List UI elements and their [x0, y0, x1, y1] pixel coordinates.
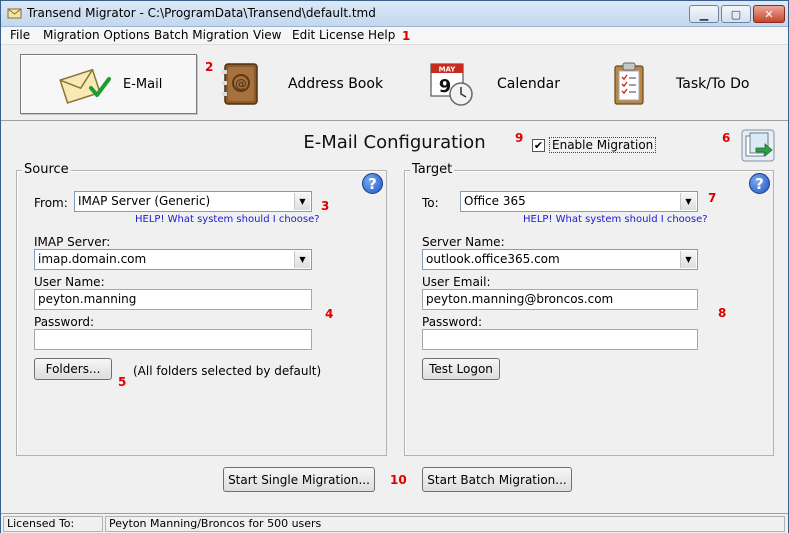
minimize-icon: ▁ [699, 7, 709, 21]
email-module-button[interactable]: E-Mail [20, 54, 197, 114]
menu-help[interactable]: Help [368, 28, 395, 42]
folders-note: (All folders selected by default) [133, 364, 322, 378]
source-system-value: IMAP Server (Generic) [78, 194, 211, 208]
config-title: E-Mail Configuration [303, 132, 486, 153]
folders-button[interactable]: Folders... [34, 358, 112, 380]
window-title: Transend Migrator - C:\ProgramData\Trans… [27, 6, 376, 20]
maximize-button[interactable]: ▢ [721, 5, 751, 23]
target-system-value: Office 365 [464, 194, 526, 208]
test-logon-button[interactable]: Test Logon [422, 358, 500, 380]
maximize-icon: ▢ [730, 7, 742, 21]
app-window: Transend Migrator - C:\ProgramData\Trans… [0, 0, 789, 533]
target-help-link[interactable]: HELP! What system should I choose? [523, 214, 708, 225]
menu-migration-options[interactable]: Migration Options [43, 28, 150, 42]
target-system-select[interactable]: Office 365 ▼ [460, 191, 698, 212]
address-book-label: Address Book [288, 76, 384, 92]
target-password-label: Password: [422, 315, 483, 329]
menu-bar: File Migration Options Batch Migration V… [1, 27, 788, 45]
envelope-icon [59, 68, 111, 104]
annotation-9: 9 [515, 131, 524, 145]
imap-server-label: IMAP Server: [34, 235, 111, 249]
email-module-label: E-Mail [123, 76, 163, 92]
annotation-2: 2 [205, 60, 214, 74]
user-email-input[interactable]: peyton.manning@broncos.com [422, 289, 698, 310]
chevron-down-icon[interactable]: ▼ [294, 193, 310, 210]
server-name-select[interactable]: outlook.office365.com ▼ [422, 249, 698, 270]
user-email-label: User Email: [422, 275, 491, 289]
source-system-select[interactable]: IMAP Server (Generic) ▼ [74, 191, 312, 212]
tasks-module-button[interactable]: Task/To Do [611, 54, 781, 114]
source-help-icon[interactable]: ? [362, 173, 383, 194]
address-book-icon: @ [222, 63, 258, 105]
chevron-down-icon[interactable]: ▼ [680, 251, 696, 268]
check-icon: ✔ [533, 138, 544, 152]
checkbox-box[interactable]: ✔ [532, 138, 545, 152]
source-legend: Source [22, 162, 71, 177]
start-single-migration-button[interactable]: Start Single Migration... [223, 467, 375, 492]
svg-text:@: @ [235, 77, 247, 91]
user-name-label: User Name: [34, 275, 105, 289]
enable-migration-checkbox[interactable]: ✔ Enable Migration [532, 137, 657, 153]
user-name-value: peyton.manning [38, 292, 137, 306]
enable-migration-label: Enable Migration [549, 137, 657, 153]
server-name-value: outlook.office365.com [426, 252, 560, 266]
server-name-label: Server Name: [422, 235, 505, 249]
annotation-5: 5 [118, 375, 127, 389]
licensed-to-value: Peyton Manning/Broncos for 500 users [105, 516, 785, 532]
svg-text:MAY: MAY [439, 66, 457, 74]
calendar-label: Calendar [497, 76, 560, 92]
annotation-6: 6 [722, 131, 731, 145]
user-email-value: peyton.manning@broncos.com [426, 292, 614, 306]
chevron-down-icon[interactable]: ▼ [294, 251, 310, 268]
annotation-10: 10 [390, 473, 407, 487]
source-password-label: Password: [34, 315, 95, 329]
source-help-link[interactable]: HELP! What system should I choose? [135, 214, 320, 225]
chevron-down-icon[interactable]: ▼ [680, 193, 696, 210]
menu-file[interactable]: File [10, 28, 30, 42]
menu-edit-license[interactable]: Edit License [292, 28, 364, 42]
address-book-module-button[interactable]: @ Address Book [219, 54, 394, 114]
licensed-to-label: Licensed To: [3, 516, 103, 532]
menu-view[interactable]: View [253, 28, 281, 42]
close-icon: ✕ [764, 7, 774, 21]
minimize-button[interactable]: ▁ [689, 5, 719, 23]
annotation-7: 7 [708, 191, 717, 205]
calendar-icon: MAY 9 [430, 63, 473, 106]
clipboard-icon [614, 62, 644, 105]
to-label: To: [422, 196, 439, 210]
menu-batch-migration[interactable]: Batch Migration [154, 28, 249, 42]
target-password-input[interactable] [422, 329, 698, 350]
target-legend: Target [410, 162, 455, 177]
export-settings-button[interactable] [741, 129, 775, 162]
annotation-3: 3 [321, 199, 330, 213]
annotation-8: 8 [718, 306, 727, 320]
imap-server-select[interactable]: imap.domain.com ▼ [34, 249, 312, 270]
user-name-input[interactable]: peyton.manning [34, 289, 312, 310]
source-password-input[interactable] [34, 329, 312, 350]
calendar-module-button[interactable]: MAY 9 Calendar [429, 54, 579, 114]
from-label: From: [34, 196, 68, 210]
title-bar[interactable]: Transend Migrator - C:\ProgramData\Trans… [1, 1, 788, 27]
target-help-icon[interactable]: ? [749, 173, 770, 194]
status-bar: Licensed To: Peyton Manning/Broncos for … [1, 513, 788, 533]
tasks-label: Task/To Do [676, 76, 750, 92]
app-icon [7, 8, 22, 19]
close-button[interactable]: ✕ [753, 5, 785, 23]
start-batch-migration-button[interactable]: Start Batch Migration... [422, 467, 572, 492]
annotation-1: 1 [402, 29, 411, 43]
module-toolbar: E-Mail 2 @ Address Book MAY 9 Calendar T… [1, 46, 788, 121]
imap-server-value: imap.domain.com [38, 252, 147, 266]
annotation-4: 4 [325, 307, 334, 321]
